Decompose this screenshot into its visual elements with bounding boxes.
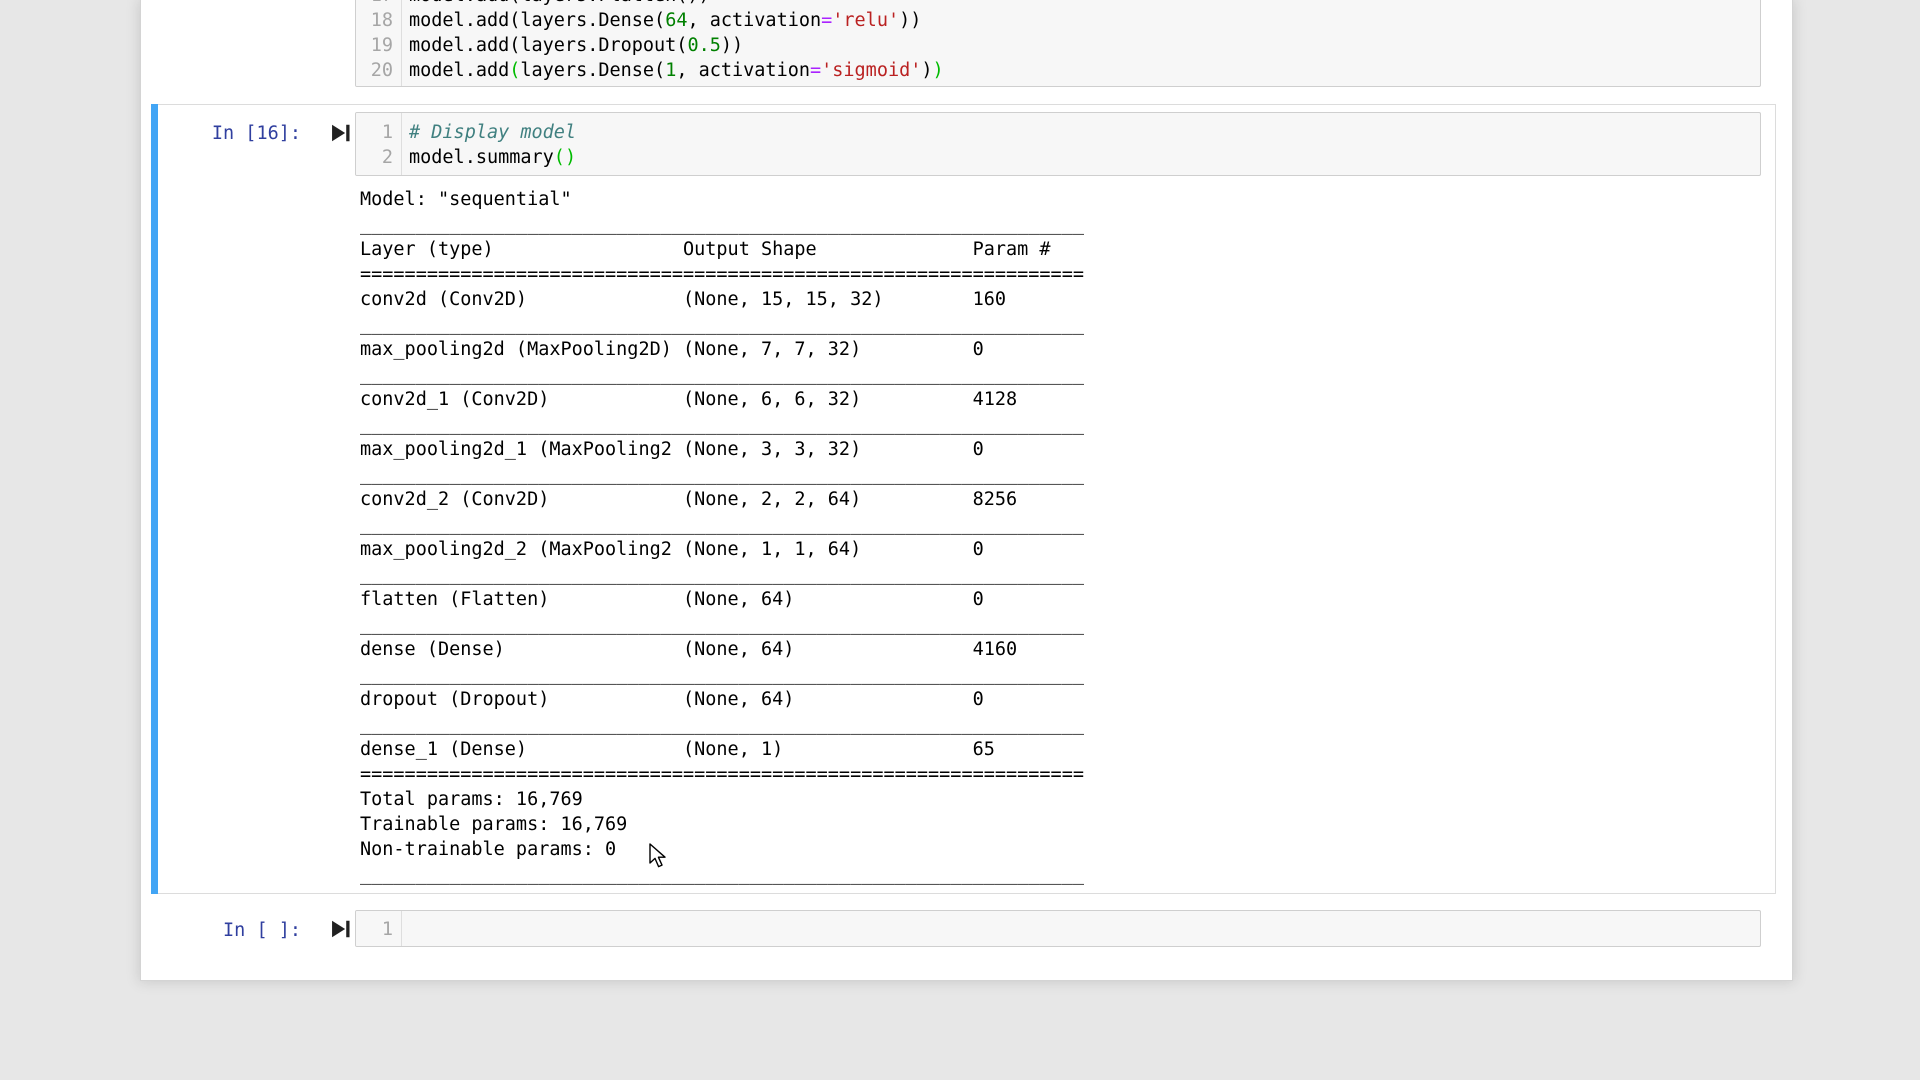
line-number: 1 [356, 120, 402, 145]
run-cell-icon[interactable] [330, 122, 352, 144]
line-number: 1 [356, 917, 402, 942]
run-cell-icon[interactable] [330, 918, 352, 940]
code-line: 18model.add(layers.Dense(64, activation=… [356, 8, 1760, 33]
input-prompt: In [16]: [161, 121, 301, 146]
line-number: 2 [356, 145, 402, 170]
code-cell-empty-input[interactable]: 1 [355, 910, 1761, 947]
input-prompt-empty: In [ ]: [161, 918, 301, 943]
code-line: 19model.add(layers.Dropout(0.5)) [356, 33, 1760, 58]
code-editor[interactable]: 1# Display model2model.summary() [356, 120, 1760, 170]
line-number: 17 [356, 0, 402, 8]
code-input-summary[interactable]: 1# Display model2model.summary() [355, 112, 1761, 176]
line-number: 20 [356, 58, 402, 83]
line-number: 18 [356, 8, 402, 33]
code-editor[interactable]: 1 [356, 917, 1760, 942]
code-editor[interactable]: 17model.add(layers.Flatten())18model.add… [356, 0, 1760, 83]
cell-output: Model: "sequential" ____________________… [360, 187, 1084, 887]
code-line: 2model.summary() [356, 145, 1760, 170]
code-line: 20model.add(layers.Dense(1, activation='… [356, 58, 1760, 83]
code-line: 1# Display model [356, 120, 1760, 145]
selected-cell-indicator [151, 104, 158, 894]
notebook-container: 17model.add(layers.Flatten())18model.add… [140, 0, 1793, 981]
line-number: 19 [356, 33, 402, 58]
code-line: 17model.add(layers.Flatten()) [356, 0, 1760, 8]
code-line: 1 [356, 917, 1760, 942]
code-cell-partial-input[interactable]: 17model.add(layers.Flatten())18model.add… [355, 0, 1761, 87]
jupyter-notebook-page: 17model.add(layers.Flatten())18model.add… [0, 0, 1920, 1080]
